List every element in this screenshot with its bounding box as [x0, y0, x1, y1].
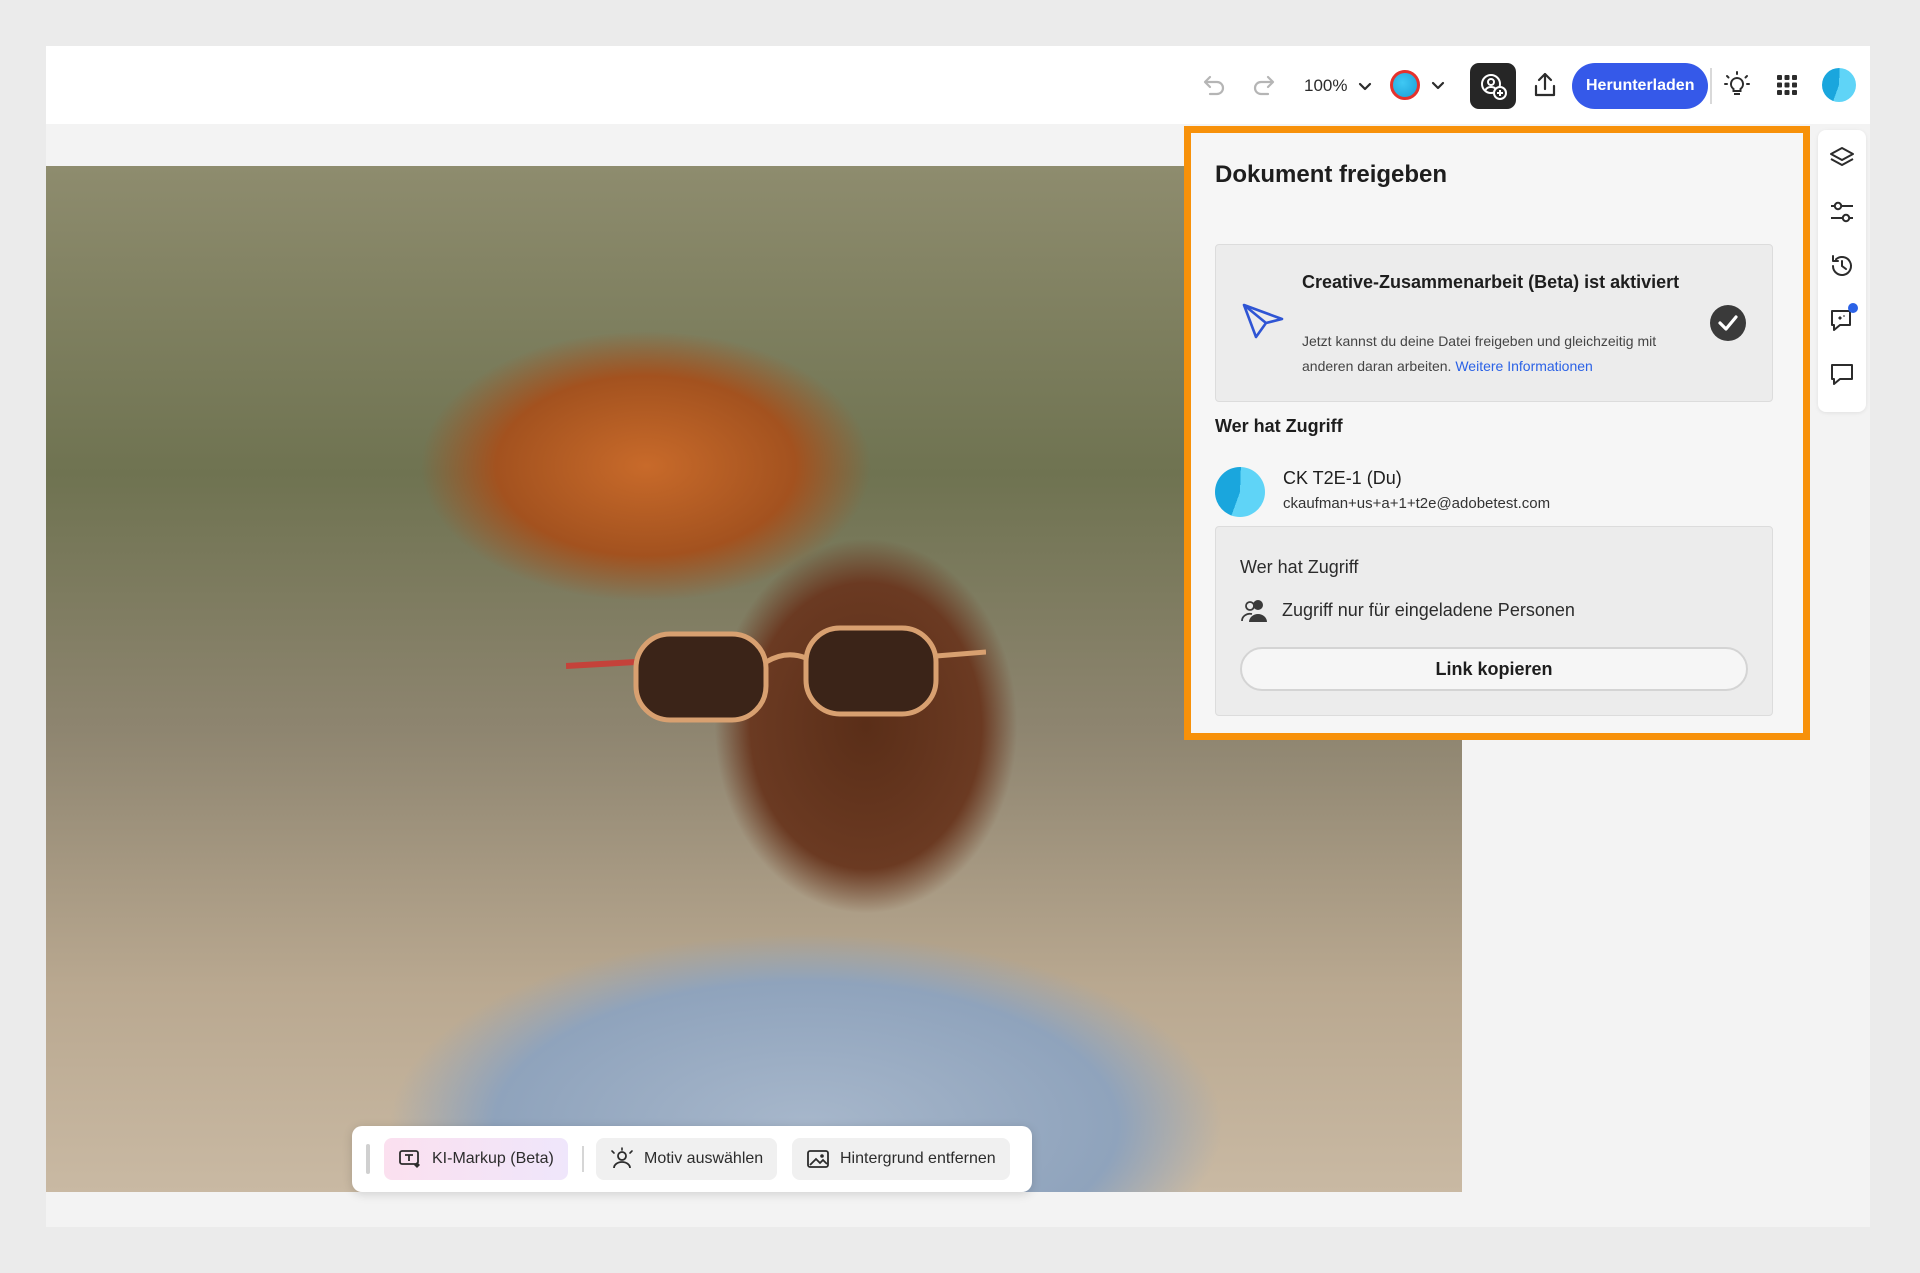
select-subject-label: Motiv auswählen — [644, 1150, 764, 1167]
ai-markup-icon — [399, 1150, 420, 1168]
contextual-taskbar: KI-Markup (Beta) Motiv auswählen Hinterg… — [352, 1126, 1032, 1192]
access-settings-card: Wer hat Zugriff Zugriff nur für eingelad… — [1215, 526, 1773, 716]
user-avatar — [1215, 467, 1265, 517]
app-window: 100% Herunterladen KI-Markup (Beta) Moti… — [46, 46, 1870, 1227]
undo-icon[interactable] — [1198, 70, 1228, 100]
collab-description: Jetzt kannst du deine Datei freigeben un… — [1302, 329, 1702, 379]
photo-content — [566, 625, 986, 723]
drag-handle[interactable] — [366, 1144, 370, 1174]
account-avatar[interactable] — [1822, 68, 1856, 102]
history-icon[interactable] — [1828, 252, 1856, 280]
apps-grid-icon — [1777, 75, 1797, 95]
ai-chat-icon[interactable] — [1828, 303, 1858, 334]
color-swatch — [1390, 70, 1420, 100]
tips-button[interactable] — [1722, 70, 1752, 100]
redo-icon[interactable] — [1250, 70, 1280, 100]
layers-icon[interactable] — [1828, 144, 1856, 172]
user-email: ckaufman+us+a+1+t2e@adobetest.com — [1283, 495, 1551, 512]
access-mode-label: Zugriff nur für eingeladene Personen — [1282, 599, 1575, 620]
learn-more-link[interactable]: Weitere Informationen — [1455, 358, 1592, 374]
upload-icon — [1534, 72, 1556, 97]
panel-title: Dokument freigeben — [1215, 161, 1448, 188]
collaborate-icon — [1481, 74, 1507, 100]
people-icon — [1241, 600, 1267, 622]
zoom-value: 100% — [1304, 76, 1348, 95]
toolbar-divider — [582, 1146, 584, 1172]
image-icon — [807, 1150, 829, 1168]
copy-link-button[interactable]: Link kopieren — [1240, 647, 1748, 691]
user-name: CK T2E-1 (Du) — [1283, 468, 1402, 488]
comment-icon[interactable] — [1828, 360, 1856, 388]
select-subject-button[interactable]: Motiv auswählen — [596, 1138, 778, 1180]
access-heading: Wer hat Zugriff — [1215, 416, 1343, 436]
ai-markup-button[interactable]: KI-Markup (Beta) — [384, 1138, 568, 1180]
chevron-down-icon — [1431, 81, 1445, 90]
zoom-dropdown[interactable]: 100% — [1304, 70, 1373, 102]
lightbulb-icon — [1724, 71, 1750, 95]
share-document-panel: Dokument freigeben Creative-Zusammenarbe… — [1184, 126, 1810, 740]
apps-button[interactable] — [1772, 70, 1802, 100]
right-panel-rail — [1818, 130, 1866, 412]
share-button[interactable] — [1530, 70, 1560, 100]
sliders-icon[interactable] — [1828, 198, 1856, 226]
select-subject-icon — [611, 1147, 633, 1169]
cursor-pointer-icon — [1242, 303, 1284, 339]
color-picker[interactable] — [1390, 66, 1446, 104]
remove-background-label: Hintergrund entfernen — [840, 1150, 996, 1167]
toolbar-divider — [1710, 68, 1712, 104]
access-mode-selector[interactable]: Zugriff nur für eingeladene Personen — [1240, 597, 1575, 623]
access-card-heading: Wer hat Zugriff — [1240, 557, 1359, 577]
collab-heading: Creative-Zusammenarbeit (Beta) ist aktiv… — [1302, 272, 1680, 292]
chevron-down-icon — [1359, 82, 1372, 91]
collaborate-button[interactable] — [1470, 63, 1516, 109]
collaboration-status-card: Creative-Zusammenarbeit (Beta) ist aktiv… — [1215, 244, 1773, 402]
top-toolbar: 100% Herunterladen — [46, 46, 1870, 124]
download-button[interactable]: Herunterladen — [1572, 63, 1709, 109]
ai-markup-label: KI-Markup (Beta) — [432, 1150, 554, 1167]
check-icon — [1710, 305, 1746, 341]
notification-dot — [1848, 303, 1858, 313]
remove-background-button[interactable]: Hintergrund entfernen — [792, 1138, 1010, 1180]
